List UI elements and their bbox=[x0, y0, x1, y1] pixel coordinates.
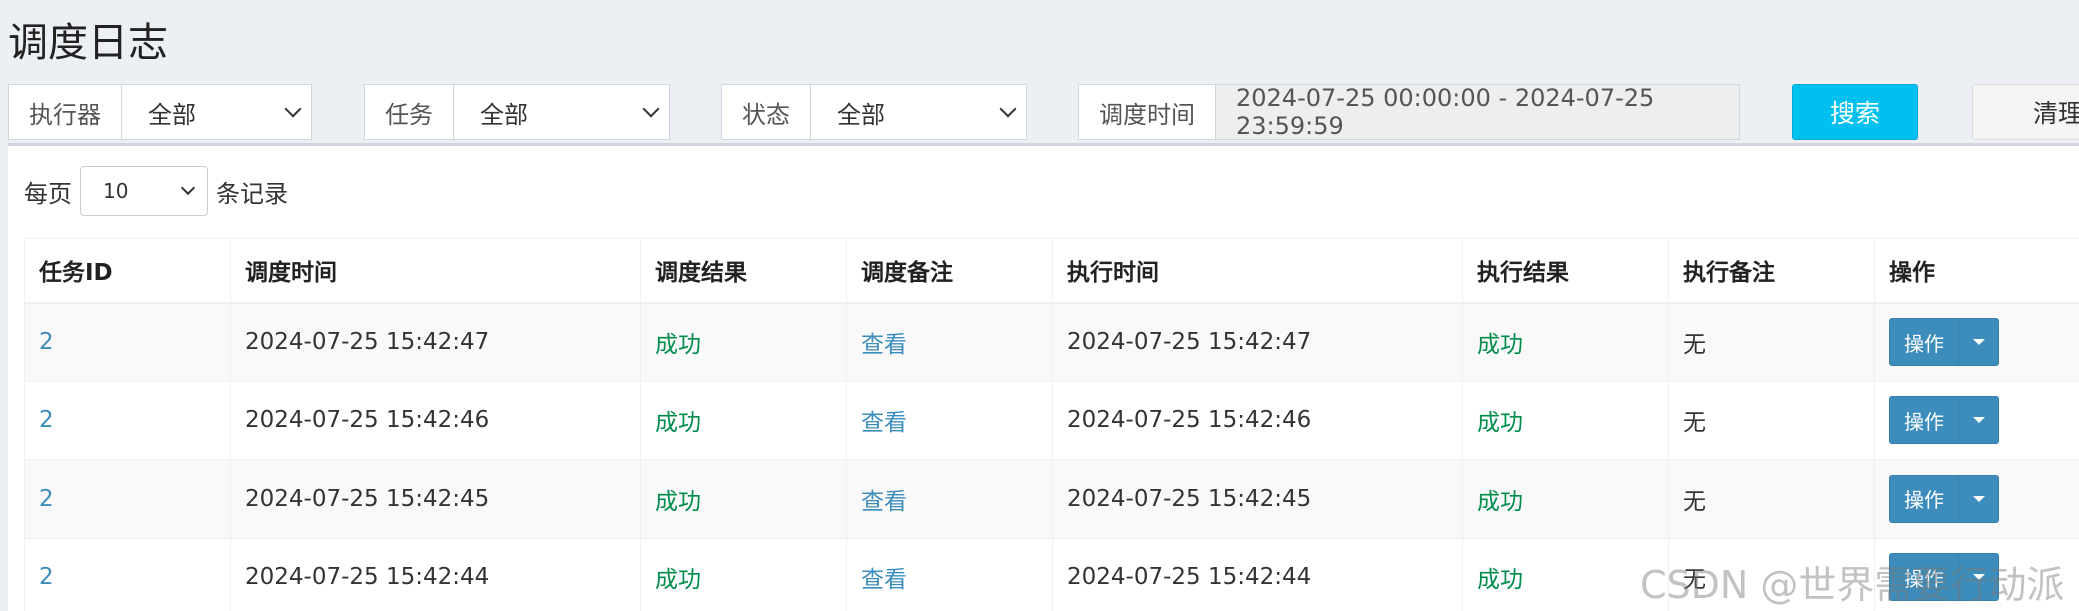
trigger-result: 成功 bbox=[640, 537, 847, 611]
column-header[interactable]: 任务ID bbox=[24, 238, 231, 304]
watermark: CSDN @世界需要行动派 bbox=[1640, 563, 2065, 607]
executor-filter-label: 执行器 bbox=[9, 85, 122, 139]
handle-msg: 无 bbox=[1668, 380, 1875, 460]
chevron-down-icon bbox=[999, 100, 1017, 118]
caret-down-icon bbox=[1972, 495, 1985, 502]
operation-dropdown-toggle[interactable] bbox=[1958, 319, 1998, 365]
operation-dropdown-toggle[interactable] bbox=[1958, 475, 1998, 522]
column-header[interactable]: 执行时间 bbox=[1052, 238, 1463, 304]
caret-down-icon bbox=[1972, 417, 1985, 424]
status-select[interactable]: 全部 bbox=[811, 85, 1026, 139]
time-filter: 调度时间 2024-07-25 00:00:00 - 2024-07-25 23… bbox=[1078, 84, 1740, 140]
trigger-time: 2024-07-25 15:42:44 bbox=[230, 537, 641, 611]
trigger-time: 2024-07-25 15:42:45 bbox=[230, 459, 641, 539]
task-filter-label: 任务 bbox=[365, 85, 454, 139]
chevron-down-icon bbox=[642, 100, 660, 118]
page-size-suffix: 条记录 bbox=[216, 179, 288, 208]
trigger-result: 成功 bbox=[640, 302, 847, 382]
chevron-down-icon bbox=[180, 180, 196, 196]
column-header[interactable]: 调度结果 bbox=[640, 238, 847, 304]
executor-filter: 执行器 全部 bbox=[8, 84, 312, 140]
task-id-link[interactable]: 2 bbox=[24, 380, 231, 460]
handle-time: 2024-07-25 15:42:46 bbox=[1052, 380, 1463, 460]
column-header[interactable]: 执行结果 bbox=[1462, 238, 1669, 304]
trigger-time: 2024-07-25 15:42:47 bbox=[230, 302, 641, 382]
executor-select-value: 全部 bbox=[148, 100, 196, 129]
status-select-value: 全部 bbox=[837, 100, 885, 129]
status-filter: 状态 全部 bbox=[721, 84, 1027, 140]
operation-button-label[interactable]: 操作 bbox=[1890, 319, 1958, 365]
page-size-control: 每页 10 条记录 bbox=[24, 166, 288, 216]
handle-result: 成功 bbox=[1462, 302, 1669, 382]
operation-cell: 操作 bbox=[1874, 380, 2079, 460]
caret-down-icon bbox=[1972, 339, 1985, 345]
table-row: 2 2024-07-25 15:42:46 成功 查看 2024-07-25 1… bbox=[24, 380, 2079, 460]
trigger-result: 成功 bbox=[640, 459, 847, 539]
table-row: 2 2024-07-25 15:42:47 成功 查看 2024-07-25 1… bbox=[24, 302, 2079, 382]
operation-dropdown-toggle[interactable] bbox=[1958, 397, 1998, 444]
page-size-prefix: 每页 bbox=[24, 179, 72, 208]
operation-cell: 操作 bbox=[1874, 459, 2079, 539]
search-button[interactable]: 搜索 bbox=[1792, 84, 1918, 140]
operation-button-label[interactable]: 操作 bbox=[1890, 476, 1958, 522]
page-size-value: 10 bbox=[103, 179, 129, 203]
column-header[interactable]: 调度备注 bbox=[846, 238, 1053, 304]
chevron-down-icon bbox=[284, 100, 302, 118]
handle-result: 成功 bbox=[1462, 459, 1669, 539]
page-title: 调度日志 bbox=[8, 20, 168, 66]
column-header: 操作 bbox=[1874, 238, 2079, 304]
operation-cell: 操作 bbox=[1874, 302, 2079, 382]
handle-time: 2024-07-25 15:42:44 bbox=[1052, 537, 1463, 611]
trigger-msg-link[interactable]: 查看 bbox=[846, 537, 1053, 611]
operation-button[interactable]: 操作 bbox=[1889, 396, 1999, 445]
handle-result: 成功 bbox=[1462, 380, 1669, 460]
table-header-row: 任务ID 调度时间 调度结果 调度备注 执行时间 执行结果 执行备注 操作 bbox=[24, 238, 2079, 304]
task-id-link[interactable]: 2 bbox=[24, 459, 231, 539]
trigger-msg-link[interactable]: 查看 bbox=[846, 459, 1053, 539]
page-size-select[interactable]: 10 bbox=[80, 166, 208, 216]
trigger-msg-link[interactable]: 查看 bbox=[846, 302, 1053, 382]
clear-button[interactable]: 清理 bbox=[1972, 84, 2079, 140]
task-select[interactable]: 全部 bbox=[454, 85, 669, 139]
operation-button[interactable]: 操作 bbox=[1889, 318, 1999, 366]
operation-button[interactable]: 操作 bbox=[1889, 474, 1999, 523]
column-header[interactable]: 执行备注 bbox=[1668, 238, 1875, 304]
operation-button-label[interactable]: 操作 bbox=[1890, 397, 1958, 443]
handle-result: 成功 bbox=[1462, 537, 1669, 611]
trigger-msg-link[interactable]: 查看 bbox=[846, 380, 1053, 460]
task-filter: 任务 全部 bbox=[364, 84, 670, 140]
table-row: 2 2024-07-25 15:42:45 成功 查看 2024-07-25 1… bbox=[24, 459, 2079, 539]
column-header[interactable]: 调度时间 bbox=[230, 238, 641, 304]
trigger-result: 成功 bbox=[640, 380, 847, 460]
handle-time: 2024-07-25 15:42:47 bbox=[1052, 302, 1463, 382]
time-filter-label: 调度时间 bbox=[1079, 85, 1216, 139]
handle-time: 2024-07-25 15:42:45 bbox=[1052, 459, 1463, 539]
handle-msg: 无 bbox=[1668, 302, 1875, 382]
log-table-box: 每页 10 条记录 任务ID 调度时间 调度结果 调度备注 执行时间 执行结果 … bbox=[8, 143, 2079, 611]
handle-msg: 无 bbox=[1668, 459, 1875, 539]
task-id-link[interactable]: 2 bbox=[24, 537, 231, 611]
status-filter-label: 状态 bbox=[722, 85, 811, 139]
time-range-input[interactable]: 2024-07-25 00:00:00 - 2024-07-25 23:59:5… bbox=[1216, 84, 1739, 140]
executor-select[interactable]: 全部 bbox=[122, 85, 311, 139]
task-id-link[interactable]: 2 bbox=[24, 302, 231, 382]
trigger-time: 2024-07-25 15:42:46 bbox=[230, 380, 641, 460]
task-select-value: 全部 bbox=[480, 100, 528, 129]
